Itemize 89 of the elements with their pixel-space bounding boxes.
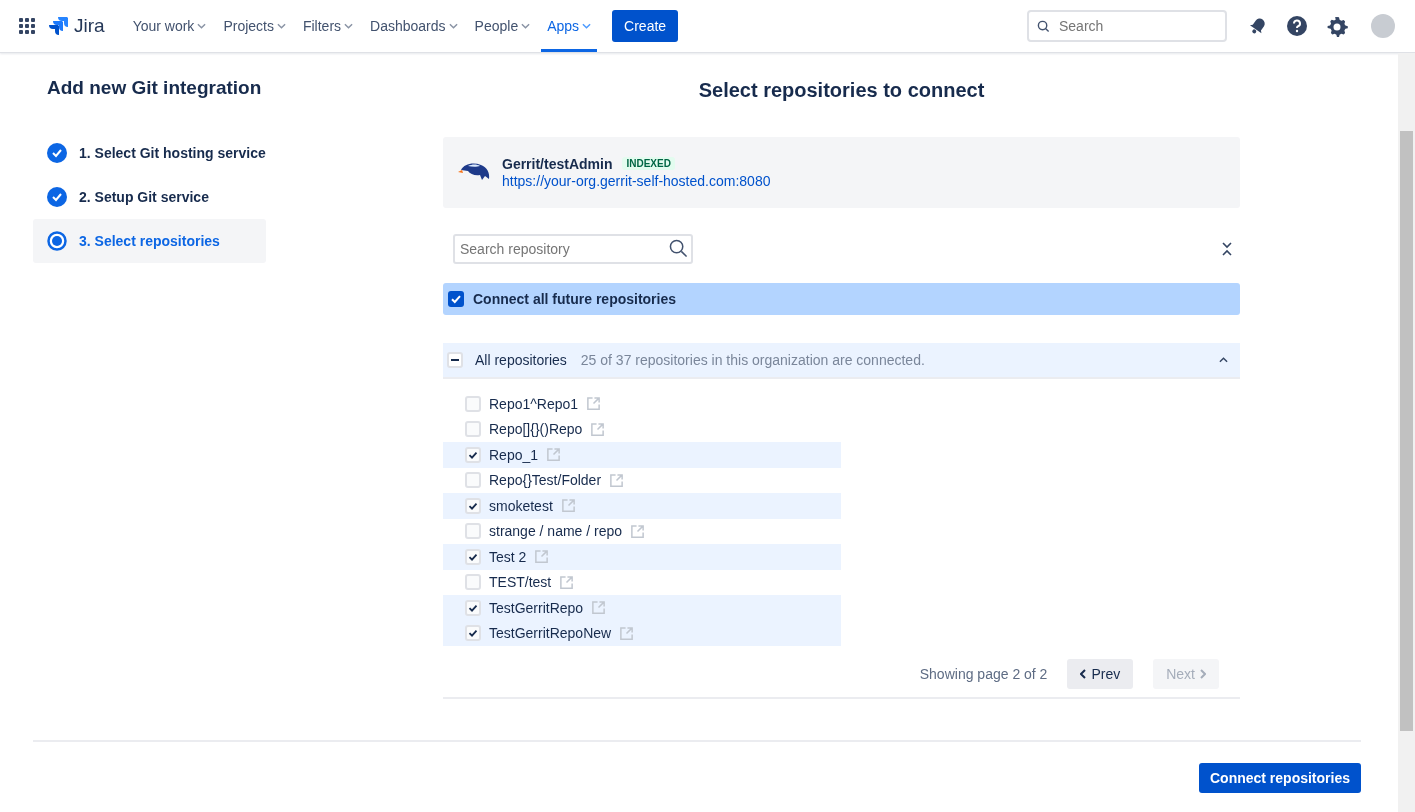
repository-name: Repo[]{}()Repo [489,421,583,438]
chevron-down-icon [344,23,354,29]
nav-menu[interactable]: Filters [296,0,360,52]
create-button[interactable]: Create [612,10,679,42]
repository-name: smoketest [489,497,553,514]
repository-row[interactable]: Repo_1 [443,442,841,468]
checkbox[interactable] [465,421,481,438]
page-title: Add new Git integration [47,77,263,99]
chevron-down-icon [448,23,458,29]
wizard-step[interactable]: 3. Select repositories [33,219,266,263]
checkbox[interactable] [465,395,481,412]
checkbox[interactable] [465,548,481,565]
prev-button[interactable]: Prev [1067,659,1134,689]
chevron-right-icon [1200,669,1206,679]
chevron-down-icon [276,23,286,29]
repository-row[interactable]: smoketest [443,493,841,519]
checkbox[interactable] [465,599,481,616]
repository-row[interactable]: Repo[]{}()Repo [443,416,841,442]
repository-row[interactable]: Repo1^Repo1 [443,391,841,417]
settings-icon[interactable] [1326,15,1348,37]
repository-name: TestGerritRepo [489,599,584,616]
connect-future-option[interactable]: Connect all future repositories [443,283,1240,315]
repository-row[interactable]: TEST/test [443,569,841,595]
repository-name: strange / name / repo [489,523,623,540]
repository-name: Repo_1 [489,446,539,463]
repository-name: TEST/test [489,574,552,591]
repository-name: Repo{}Test/Folder [489,472,602,489]
nav-menu[interactable]: Apps [541,0,598,52]
repository-name: TestGerritRepoNew [489,625,612,642]
wizard-step[interactable]: 1. Select Git hosting service [33,131,266,175]
external-link-icon[interactable] [560,498,576,514]
external-link-icon[interactable] [546,447,562,463]
external-link-icon[interactable] [630,523,646,539]
search-field[interactable]: Search [1027,10,1227,42]
checkbox[interactable] [465,446,481,463]
collapse-all-icon[interactable] [1222,242,1232,256]
product-name[interactable]: Jira [74,15,105,37]
search-icon [1037,20,1050,33]
user-avatar[interactable] [1371,14,1395,38]
repository-name: Test 2 [489,548,527,565]
chevron-down-icon [197,23,207,29]
section-title: Select repositories to connect [697,79,986,102]
repository-name: Repo1^Repo1 [489,395,579,412]
checkbox[interactable] [465,472,481,489]
group-label: All repositories [475,352,567,368]
checkbox[interactable] [465,625,481,642]
external-link-icon[interactable] [590,421,606,437]
search-icon[interactable] [669,239,688,258]
checkbox[interactable] [465,574,481,591]
notification-bell-icon[interactable] [1248,16,1268,36]
nav-menu[interactable]: Dashboards [364,0,464,52]
connect-repositories-button[interactable]: Connect repositories [1198,763,1361,793]
wizard-step[interactable]: 2. Setup Git service [33,175,266,219]
repository-row[interactable]: TestGerritRepoNew [443,620,841,646]
external-link-icon[interactable] [586,396,602,412]
scrollbar[interactable] [1398,53,1415,812]
external-link-icon[interactable] [559,574,575,590]
chevron-down-icon [521,23,531,29]
help-icon[interactable] [1286,15,1308,37]
repository-row[interactable]: TestGerritRepo [443,595,841,621]
checkbox[interactable] [465,523,481,540]
status-badge: INDEXED [622,157,675,170]
nav-menu[interactable]: Projects [217,0,292,52]
page-status: Showing page 2 of 2 [919,666,1048,682]
nav-menu[interactable]: People [468,0,537,52]
chevron-down-icon [582,23,592,29]
checkbox[interactable] [448,291,464,307]
external-link-icon[interactable] [609,472,625,488]
external-link-icon[interactable] [534,549,550,565]
external-link-icon[interactable] [591,600,607,616]
checkbox[interactable] [447,352,463,368]
connected-summary: 25 of 37 repositories in this organization are connected. [580,352,926,368]
nav-menu[interactable]: Your work [126,0,213,52]
repository-row[interactable]: strange / name / repo [443,518,841,544]
external-link-icon[interactable] [619,625,635,641]
repository-search-field[interactable]: Search repository [453,234,693,264]
chevron-left-icon [1080,669,1087,679]
chevron-icon[interactable] [1219,357,1228,363]
app-switcher-icon[interactable] [19,18,35,34]
repository-row[interactable]: Test 2 [443,544,841,570]
checkmark-circle-icon [47,143,67,163]
repository-row[interactable]: Repo{}Test/Folder [443,467,841,493]
checkbox[interactable] [465,497,481,514]
checkmark-circle-icon [47,187,67,207]
option-label: Connect all future repositories [473,291,677,307]
logo-icon [49,16,69,36]
radio-circle-icon [47,231,67,251]
service-url-link[interactable]: https://your-org.gerrit-self-hosted.com:8080 [502,172,771,189]
service-name: Gerrit/testAdmin [502,155,613,172]
